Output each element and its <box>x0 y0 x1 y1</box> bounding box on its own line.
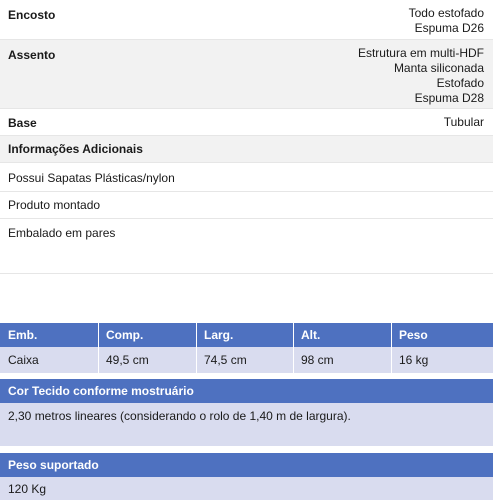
fabric-body: 2,30 metros lineares (considerando o rol… <box>0 403 493 446</box>
dims-header-cell: Peso <box>399 328 428 342</box>
spec-row-assento: Assento Estrutura em multi-HDF Manta sil… <box>0 40 493 109</box>
dims-header-row: Emb. Comp. Larg. Alt. Peso <box>0 323 493 347</box>
info-item: Possui Sapatas Plásticas/nylon <box>8 171 175 185</box>
fabric-title: Cor Tecido conforme mostruário <box>8 384 194 398</box>
dims-data-cell: 98 cm <box>301 353 334 367</box>
spec-value-line: Estrutura em multi-HDF <box>357 46 484 60</box>
product-spec-page: Encosto Todo estofado Espuma D26 Assento… <box>0 0 493 500</box>
spec-value-line: Tubular <box>443 115 484 129</box>
spec-label: Encosto <box>8 8 56 22</box>
spec-value-line: Espuma D28 <box>414 91 484 105</box>
dims-data-cell: 16 kg <box>399 353 429 367</box>
spec-value: Estrutura em multi-HDF Manta siliconada … <box>358 46 484 106</box>
spec-row-base: Base Tubular <box>0 109 493 136</box>
divider <box>0 191 493 192</box>
divider <box>0 218 493 219</box>
info-title-row: Informações Adicionais <box>0 136 493 163</box>
spec-value-line: Todo estofado <box>408 6 484 20</box>
dims-header-cell: Comp. <box>106 328 144 342</box>
weight-value: 120 Kg <box>8 481 47 496</box>
weight-body: 120 Kg <box>0 477 493 500</box>
spec-value-line: Manta siliconada <box>393 61 484 75</box>
dims-data-cell: 74,5 cm <box>204 353 247 367</box>
spec-value-line: Espuma D26 <box>414 21 484 35</box>
dims-data-row: Caixa 49,5 cm 74,5 cm 98 cm 16 kg <box>0 347 493 373</box>
weight-header: Peso suportado <box>0 453 493 477</box>
spec-label: Base <box>8 116 37 130</box>
fabric-header: Cor Tecido conforme mostruário <box>0 379 493 403</box>
spec-value: Tubular <box>444 115 484 130</box>
spec-label: Assento <box>8 48 56 62</box>
dims-header-cell: Alt. <box>301 328 321 342</box>
info-title: Informações Adicionais <box>8 142 143 156</box>
info-item: Produto montado <box>8 198 101 212</box>
spec-value-line: Estofado <box>436 76 484 90</box>
dims-header-cell: Larg. <box>204 328 234 342</box>
dims-data-cell: Caixa <box>8 353 39 367</box>
spec-table: Encosto Todo estofado Espuma D26 Assento… <box>0 0 493 163</box>
dims-data-cell: 49,5 cm <box>106 353 149 367</box>
divider <box>0 273 493 274</box>
weight-title: Peso suportado <box>8 458 99 472</box>
dims-header-cell: Emb. <box>8 328 38 342</box>
spec-value: Todo estofado Espuma D26 <box>409 6 484 36</box>
spec-row-encosto: Encosto Todo estofado Espuma D26 <box>0 0 493 40</box>
info-item: Embalado em pares <box>8 226 116 240</box>
fabric-text: 2,30 metros lineares (considerando o rol… <box>8 409 351 423</box>
